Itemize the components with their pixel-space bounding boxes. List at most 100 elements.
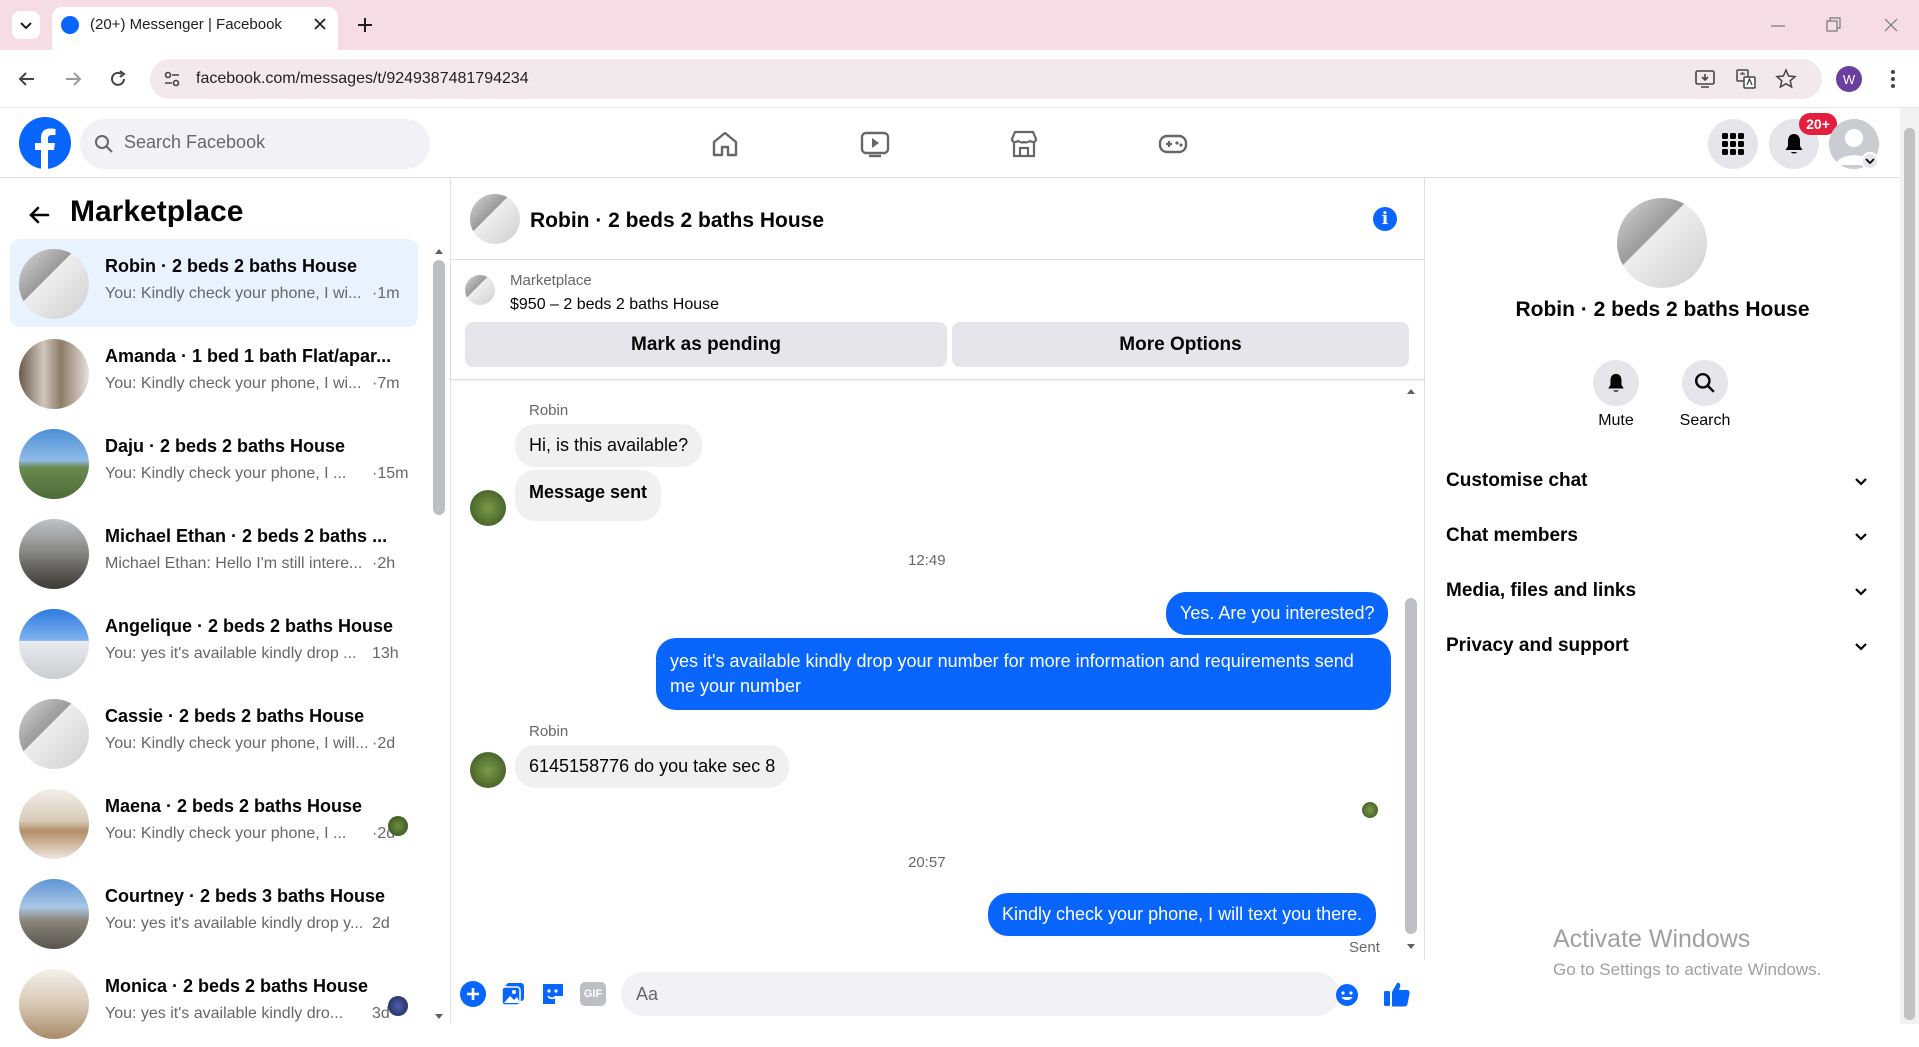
outgoing-message[interactable]: Kindly check your phone, I will text you… (988, 893, 1377, 936)
chevron-down-icon (1855, 643, 1867, 651)
conversation-item[interactable]: Monica · 2 beds 2 baths House You: yes i… (10, 959, 418, 1047)
search-label: Search (1679, 412, 1731, 429)
grid-menu-icon (1722, 133, 1744, 155)
bookmark-star-icon[interactable] (1775, 68, 1797, 90)
sidebar-scrollbar-thumb[interactable] (433, 260, 445, 515)
home-nav-button[interactable] (703, 122, 747, 166)
like-thumbs-up-icon[interactable] (1382, 979, 1412, 1009)
page-scrollbar-thumb[interactable] (1904, 128, 1915, 1020)
conversation-item[interactable]: Courtney · 2 beds 3 baths House You: yes… (10, 869, 418, 957)
listing-price-title[interactable]: $950 – 2 beds 2 baths House (510, 296, 719, 314)
listing-thumbnail (19, 519, 89, 589)
site-info-icon[interactable] (163, 70, 181, 88)
close-window-button[interactable] (1881, 15, 1901, 35)
sticker-icon[interactable] (540, 981, 566, 1007)
search-in-conversation-button[interactable] (1682, 360, 1728, 406)
plus-icon (358, 18, 372, 32)
emoji-icon[interactable] (1334, 982, 1360, 1008)
conversation-title: Cassie · 2 beds 2 baths House (105, 706, 365, 726)
chat-members-section[interactable]: Chat members (1432, 511, 1884, 561)
arrow-left-icon (18, 72, 34, 86)
back-button[interactable] (10, 62, 44, 96)
conversation-time: ·1m (372, 285, 400, 302)
menu-button[interactable] (1708, 119, 1758, 169)
video-nav-button[interactable] (853, 122, 897, 166)
conversation-item[interactable]: Amanda · 1 bed 1 bath Flat/apar... You: … (10, 329, 418, 417)
message-input-placeholder: Aa (636, 984, 659, 1004)
mute-button[interactable] (1593, 360, 1639, 406)
listing-thumbnail (465, 275, 495, 305)
sender-avatar[interactable] (470, 752, 506, 788)
conversation-snippet: You: Kindly check your phone, I will... (105, 735, 369, 752)
chat-scrollbar-thumb[interactable] (1405, 598, 1417, 934)
message-timestamp: 12:49 (908, 552, 946, 569)
listing-thumbnail (19, 699, 89, 769)
seen-avatar (388, 996, 408, 1016)
sender-avatar[interactable] (470, 490, 506, 526)
customise-chat-section[interactable]: Customise chat (1432, 456, 1884, 506)
tab-title: (20+) Messenger | Facebook (90, 16, 282, 33)
media-files-links-section[interactable]: Media, files and links (1432, 566, 1884, 616)
message-input[interactable] (621, 972, 1339, 1016)
outgoing-message[interactable]: Yes. Are you interested? (1166, 592, 1389, 635)
section-label: Customise chat (1446, 470, 1588, 491)
minimize-window-button[interactable] (1768, 16, 1788, 36)
read-receipt-avatar (1362, 802, 1378, 818)
tab-search-button[interactable] (12, 11, 40, 39)
sender-name: Robin (529, 402, 569, 419)
more-actions-icon[interactable] (460, 981, 486, 1007)
conversation-snippet: You: yes it's available kindly dro... (105, 1005, 344, 1022)
chat-avatar[interactable] (470, 194, 520, 244)
conversation-profile-picture[interactable] (1617, 198, 1707, 288)
restore-window-button[interactable] (1824, 15, 1844, 35)
back-arrow-button[interactable] (24, 200, 54, 230)
facebook-logo[interactable] (19, 117, 71, 169)
more-options-button[interactable]: More Options (952, 322, 1409, 367)
conversation-item[interactable]: Michael Ethan · 2 beds 2 baths ... Micha… (10, 509, 418, 597)
sender-name: Robin (529, 723, 569, 740)
incoming-message[interactable]: 6145158776 do you take sec 8 (515, 745, 790, 788)
marketplace-nav-button[interactable] (1002, 122, 1046, 166)
conversation-time: ·15m (372, 465, 409, 482)
profile-avatar-button[interactable]: W (1836, 66, 1862, 92)
account-chevron-icon[interactable] (1861, 152, 1879, 170)
chat-title[interactable]: Robin · 2 beds 2 baths House (530, 209, 824, 233)
bell-icon (1785, 134, 1803, 154)
conversation-item[interactable]: Angelique · 2 beds 2 baths House You: ye… (10, 599, 418, 687)
forward-button[interactable] (56, 62, 90, 96)
conversation-snippet: You: Kindly check your phone, I wi... (105, 375, 362, 392)
arrow-right-icon (66, 72, 82, 86)
info-icon[interactable]: i (1373, 207, 1397, 231)
conversation-item[interactable]: Daju · 2 beds 2 baths House You: Kindly … (10, 419, 418, 507)
new-tab-button[interactable] (354, 14, 376, 36)
mark-as-pending-button[interactable]: Mark as pending (465, 322, 947, 367)
conversation-time: ·2d (372, 735, 396, 752)
conversation-title: Robin · 2 beds 2 baths House (105, 256, 358, 276)
chevron-down-icon (1855, 588, 1867, 596)
facebook-favicon-icon (61, 16, 79, 34)
tab-close-icon[interactable] (310, 14, 330, 34)
section-label: Privacy and support (1446, 635, 1629, 656)
incoming-message[interactable]: Message sent (515, 470, 662, 521)
gaming-nav-button[interactable] (1151, 122, 1195, 166)
conversation-item[interactable]: Cassie · 2 beds 2 baths House You: Kindl… (10, 689, 418, 777)
gif-icon[interactable]: GIF (580, 982, 606, 1006)
conversation-item[interactable]: Maena · 2 beds 2 baths House You: Kindly… (10, 779, 418, 867)
photo-icon[interactable] (500, 981, 526, 1007)
browser-menu-icon[interactable] (1886, 67, 1900, 91)
section-label: Media, files and links (1446, 580, 1637, 601)
message-timestamp: 20:57 (908, 854, 946, 871)
chevron-down-icon (20, 22, 32, 30)
install-app-icon[interactable] (1694, 68, 1716, 90)
reload-button[interactable] (101, 62, 135, 96)
conversation-time: 2d (372, 915, 390, 932)
conversation-title: Courtney · 2 beds 3 baths House (105, 886, 386, 906)
outgoing-message[interactable]: yes it's available kindly drop your numb… (656, 638, 1391, 710)
reload-icon (111, 70, 126, 86)
listing-thumbnail (19, 249, 89, 319)
conversation-title: Angelique · 2 beds 2 baths House (105, 616, 394, 636)
translate-icon[interactable] (1735, 68, 1757, 90)
incoming-message[interactable]: Hi, is this available? (515, 424, 703, 467)
conversation-item[interactable]: Robin · 2 beds 2 baths House You: Kindly… (10, 239, 418, 327)
privacy-support-section[interactable]: Privacy and support (1432, 621, 1884, 671)
